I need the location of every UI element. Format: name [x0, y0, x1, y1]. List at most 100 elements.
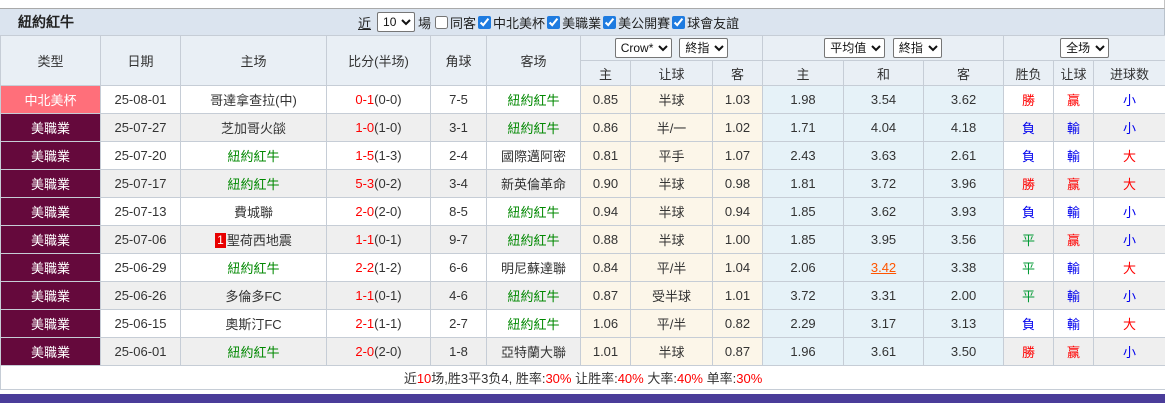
eu-away-odds: 3.62 [924, 86, 1004, 114]
halftime-score: (1-0) [374, 120, 401, 135]
halftime-score: (1-1) [374, 316, 401, 331]
away-team-cell: 紐約紅牛 [487, 282, 581, 310]
home-team-link[interactable]: 多倫多FC [225, 289, 281, 304]
away-team-link[interactable]: 新英倫革命 [501, 177, 566, 192]
halftime-score: (2-0) [374, 204, 401, 219]
table-row: 中北美杯25-08-01哥達拿查拉(中)0-1(0-0)7-5紐約紅牛0.85半… [1, 86, 1165, 114]
ah-stage-select[interactable]: 終指 [679, 38, 728, 58]
home-team-link[interactable]: 哥達拿查拉(中) [210, 93, 297, 108]
away-team-link[interactable]: 紐約紅牛 [507, 289, 559, 304]
score-cell: 2-2(1-2) [327, 254, 431, 282]
away-team-link[interactable]: 紐約紅牛 [507, 121, 559, 136]
eu-stage-select[interactable]: 終指 [893, 38, 942, 58]
goals-result-cell: 大 [1094, 170, 1165, 198]
score-cell: 2-0(2-0) [327, 338, 431, 366]
recent-count-select[interactable]: 10 [377, 12, 415, 32]
fulltime-score: 1-5 [355, 148, 374, 163]
corners-cell: 1-8 [431, 338, 487, 366]
ah-away-odds: 1.07 [713, 142, 763, 170]
away-team-link[interactable]: 紐約紅牛 [507, 205, 559, 220]
ah-away-odds: 0.87 [713, 338, 763, 366]
home-team-link[interactable]: 紐約紅牛 [227, 149, 279, 164]
handicap-result-cell: 赢 [1054, 86, 1094, 114]
eu-draw-odds: 3.63 [844, 142, 924, 170]
halftime-score: (2-0) [374, 344, 401, 359]
eu-away-odds: 3.13 [924, 310, 1004, 338]
recent-link[interactable]: 近 [358, 13, 371, 32]
result-cell: 勝 [1004, 338, 1054, 366]
stats-segment: 30% [545, 371, 571, 386]
match-date: 25-06-15 [101, 310, 181, 338]
odds-provider-select[interactable]: Crow* [615, 38, 672, 58]
home-team-link[interactable]: 芝加哥火燄 [221, 121, 286, 136]
home-team-link[interactable]: 聖荷西地震 [227, 233, 292, 248]
halftime-score: (1-3) [374, 148, 401, 163]
match-date: 25-06-29 [101, 254, 181, 282]
away-team-link[interactable]: 紐約紅牛 [507, 93, 559, 108]
score-cell: 5-3(0-2) [327, 170, 431, 198]
eu-draw-odds: 3.17 [844, 310, 924, 338]
away-team-link[interactable]: 國際邁阿密 [501, 149, 566, 164]
eu-home-odds: 1.85 [763, 226, 844, 254]
eu-home-odds: 1.98 [763, 86, 844, 114]
fulltime-score: 2-2 [355, 260, 374, 275]
home-team-cell: 費城聯 [181, 198, 327, 226]
match-date: 25-07-13 [101, 198, 181, 226]
ah-group-header: Crow* 終指 [581, 36, 763, 61]
eu-away-odds: 3.93 [924, 198, 1004, 226]
matches-table: 类型 日期 主场 比分(半场) 角球 客场 Crow* 終指 平均值 終指 全场 [0, 35, 1165, 390]
stats-segment: 30% [736, 371, 762, 386]
home-team-link[interactable]: 紐約紅牛 [227, 177, 279, 192]
competition-label: 美職業 [562, 13, 601, 32]
match-type: 美職業 [1, 170, 101, 198]
period-select[interactable]: 全场 [1060, 38, 1109, 58]
fulltime-score: 1-1 [355, 288, 374, 303]
away-team-link[interactable]: 亞特蘭大聯 [501, 345, 566, 360]
col-header-date: 日期 [101, 36, 181, 86]
col-header-corners: 角球 [431, 36, 487, 86]
table-row: 美職業25-07-27芝加哥火燄1-0(1-0)3-1紐約紅牛0.86半/一1.… [1, 114, 1165, 142]
ah-home-odds: 0.94 [581, 198, 631, 226]
competition-checkbox[interactable] [672, 16, 685, 29]
table-row: 美職業25-06-15奧斯汀FC2-1(1-1)2-7紐約紅牛1.06平/半0.… [1, 310, 1165, 338]
page: 紐約紅牛 近 10 場 同客 中北美杯美職業美公開賽球會友誼 类型 日期 [0, 0, 1165, 403]
competition-label: 美公開賽 [618, 13, 670, 32]
competition-checkbox[interactable] [478, 16, 491, 29]
competition-checkbox[interactable] [547, 16, 560, 29]
games-label: 場 [418, 13, 431, 32]
score-cell: 1-1(0-1) [327, 282, 431, 310]
home-team-cell: 紐約紅牛 [181, 170, 327, 198]
home-team-link[interactable]: 紐約紅牛 [227, 261, 279, 276]
home-team-link[interactable]: 奧斯汀FC [225, 317, 281, 332]
competition-checkbox[interactable] [603, 16, 616, 29]
eu-away-odds: 3.56 [924, 226, 1004, 254]
match-date: 25-06-01 [101, 338, 181, 366]
eu-draw-odds[interactable]: 3.42 [844, 254, 924, 282]
eu-draw-odds: 3.54 [844, 86, 924, 114]
match-date: 25-08-01 [101, 86, 181, 114]
corners-cell: 9-7 [431, 226, 487, 254]
eu-average-select[interactable]: 平均值 [824, 38, 885, 58]
ah-line: 平/半 [631, 254, 713, 282]
eu-draw-odds: 3.61 [844, 338, 924, 366]
away-team-link[interactable]: 紐約紅牛 [507, 317, 559, 332]
same-away-checkbox[interactable] [435, 16, 448, 29]
away-team-cell: 新英倫革命 [487, 170, 581, 198]
goals-result-cell: 小 [1094, 114, 1165, 142]
home-team-link[interactable]: 費城聯 [234, 205, 273, 220]
score-cell: 2-1(1-1) [327, 310, 431, 338]
away-team-link[interactable]: 紐約紅牛 [507, 233, 559, 248]
match-date: 25-07-06 [101, 226, 181, 254]
away-team-link[interactable]: 明尼蘇達聯 [501, 261, 566, 276]
corners-cell: 4-6 [431, 282, 487, 310]
corners-cell: 6-6 [431, 254, 487, 282]
goals-result-cell: 小 [1094, 86, 1165, 114]
halftime-score: (0-1) [374, 288, 401, 303]
ah-away-odds: 0.82 [713, 310, 763, 338]
eu-home-odds: 1.85 [763, 198, 844, 226]
filter-controls: 近 10 場 同客 中北美杯美職業美公開賽球會友誼 [358, 12, 739, 32]
home-team-link[interactable]: 紐約紅牛 [227, 345, 279, 360]
team-header-bar: 紐約紅牛 近 10 場 同客 中北美杯美職業美公開賽球會友誼 [0, 9, 1165, 35]
eu-home-odds: 2.43 [763, 142, 844, 170]
competition-filter: 球會友誼 [672, 13, 739, 32]
